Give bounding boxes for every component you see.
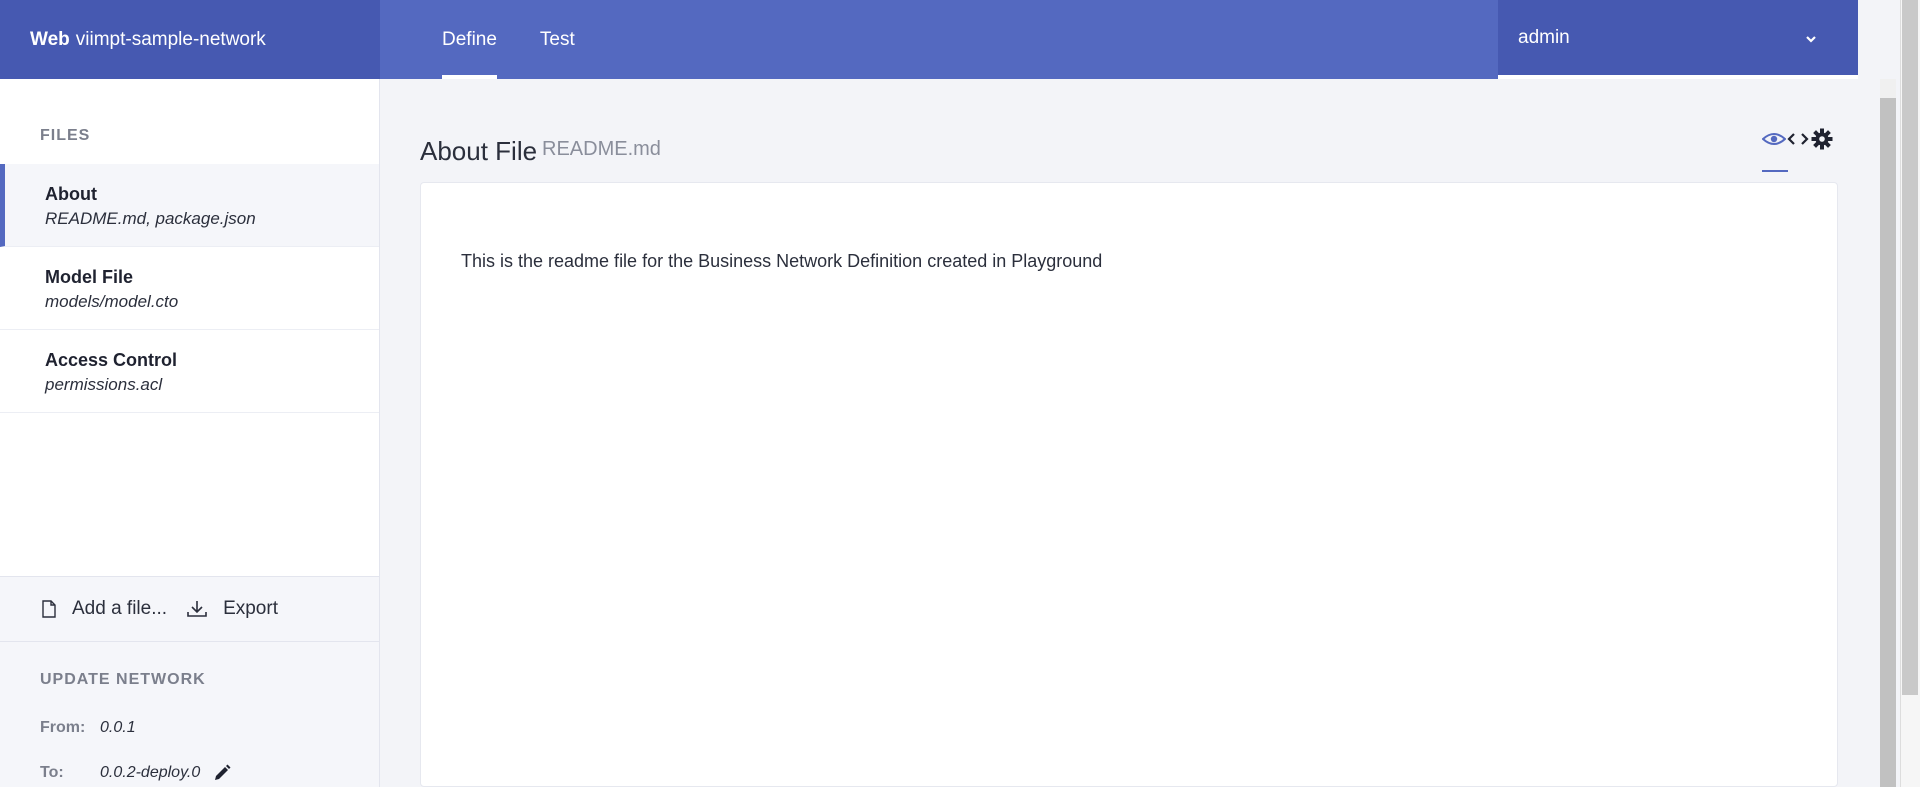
brand-bold: Web [30,28,70,50]
top-bar: Web viimpt-sample-network Define Test ad… [0,0,1858,79]
file-path: permissions.acl [45,375,163,394]
view-toggle-group [1762,128,1833,150]
code-view-icon[interactable] [1787,131,1809,147]
file-item-model[interactable]: Model File models/model.cto [0,247,379,330]
chevron-down-icon [1806,36,1816,43]
window-scrollbar-thumb[interactable] [1902,0,1918,695]
tab-test[interactable]: Test [540,0,575,79]
sidebar: FILES About README.md, package.json Mode… [0,79,380,787]
download-icon [187,601,207,617]
file-path: models/model.cto [45,292,179,311]
update-to-row: To: 0.0.2-deploy.0 [40,763,232,783]
to-version: 0.0.2-deploy.0 [100,764,201,781]
to-label: To: [40,764,64,781]
user-dropdown[interactable]: admin [1498,0,1858,79]
add-file-button[interactable]: Add a file... [42,598,167,620]
export-button[interactable]: Export [187,598,278,620]
readme-content: This is the readme file for the Business… [461,251,1103,271]
export-label: Export [223,598,278,619]
readme-preview-card: This is the readme file for the Business… [420,182,1838,787]
active-view-indicator [1762,170,1788,172]
preview-eye-icon[interactable] [1762,131,1786,147]
file-name: Model File [45,267,134,287]
from-label: From: [40,719,86,736]
main-tabs: Define Test [442,0,618,79]
file-item-about[interactable]: About README.md, package.json [0,164,379,247]
page-subtitle: README.md [542,138,661,160]
file-item-access-control[interactable]: Access Control permissions.acl [0,330,379,413]
scrollbar-thumb[interactable] [1880,98,1896,787]
update-from-row: From: 0.0.1 [40,719,136,737]
gear-icon[interactable] [1811,128,1833,150]
page-title: About File [420,136,538,166]
files-heading: FILES [40,127,91,144]
user-name: admin [1518,26,1570,48]
file-name: Access Control [45,350,178,370]
file-name: About [45,184,97,204]
file-actions: Add a file... Export [0,576,379,642]
file-icon [42,600,56,618]
brand-network-name: viimpt-sample-network [75,28,266,50]
tab-define[interactable]: Define [442,0,497,79]
from-version: 0.0.1 [100,719,136,736]
add-file-label: Add a file... [72,598,168,619]
update-network-heading: UPDATE NETWORK [40,671,206,688]
file-path: README.md, package.json [45,209,256,228]
edit-pencil-icon[interactable] [212,763,232,783]
brand: Web viimpt-sample-network [0,0,380,79]
